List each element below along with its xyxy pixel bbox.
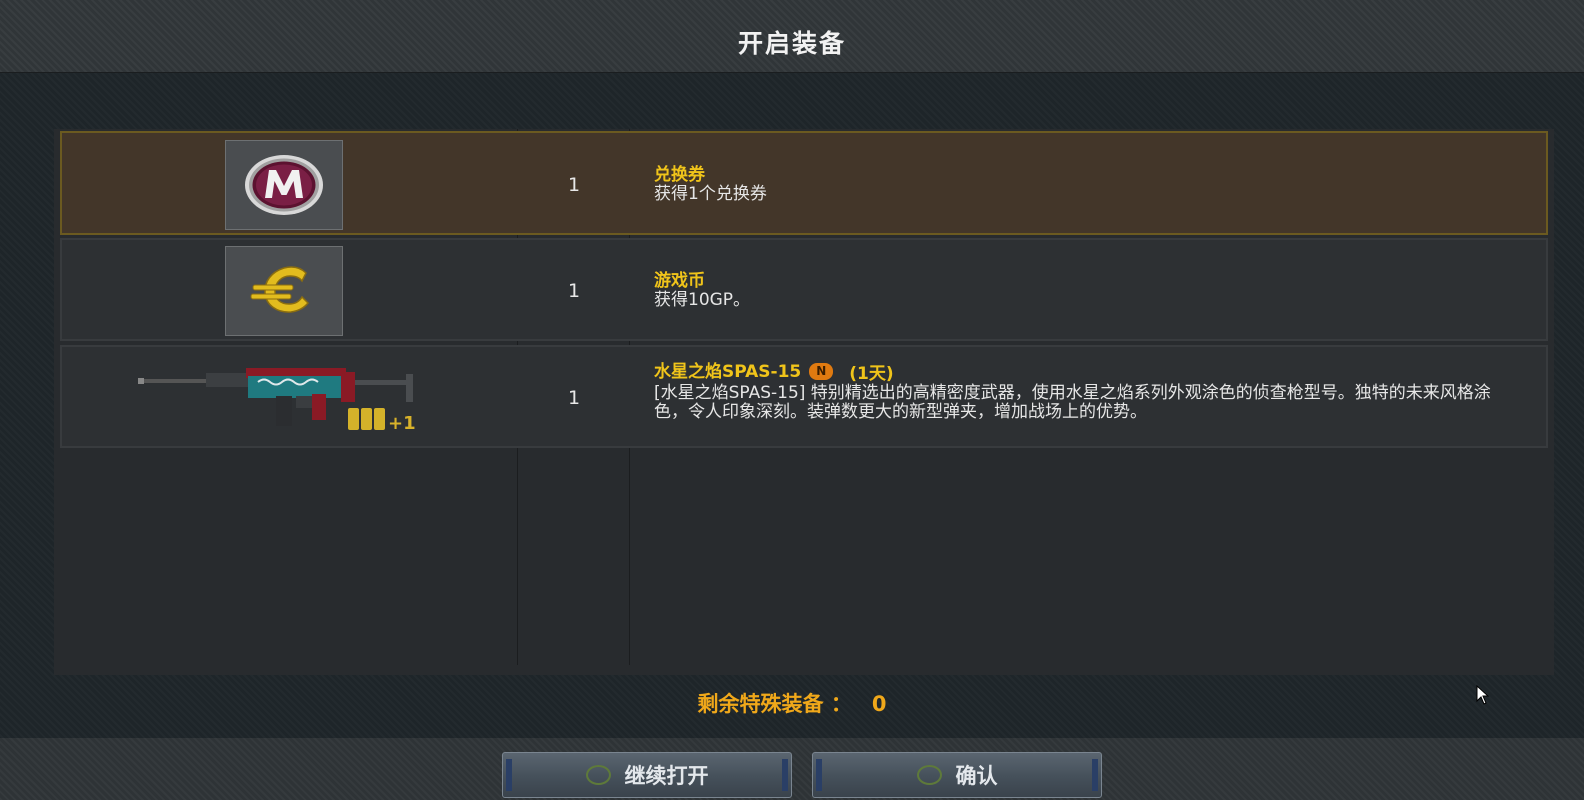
circle-icon [916,765,942,785]
remaining-count: 0 [871,692,887,716]
item-info: 兑换券 获得1个兑换券 [654,165,1514,204]
quantity: 1 [567,387,581,409]
gp-thumbnail [225,246,343,336]
item-description: 获得10GP。 [654,290,751,310]
weapon-thumbnail: +1 [136,356,436,442]
continue-open-label: 继续打开 [624,764,709,788]
reward-row-gp[interactable]: 1 游戏币 获得10GP。 [60,238,1548,341]
item-name: 游戏币 [654,271,705,291]
ammo-bonus-label: +1 [388,413,416,434]
title-bar: 开启装备 [0,0,1584,73]
remaining-label: 剩余特殊装备 ： [697,692,852,716]
item-name: 水星之焰SPAS-15 [654,361,802,382]
reward-list: 1 兑换券 获得1个兑换券 1 游戏币 获得10GP。 +1 1 水星之焰SPA… [54,129,1554,675]
item-info: 水星之焰SPAS-15 N (1天) [水星之焰SPAS-15] 特别精选出的高… [654,359,1514,422]
item-duration: (1天) [849,364,894,384]
mouse-cursor-icon [1476,685,1490,705]
confirm-label: 确认 [955,764,998,788]
remaining-special-equipment: 剩余特殊装备 ： 0 [0,688,1584,718]
item-info: 游戏币 获得10GP。 [654,271,1514,310]
quantity: 1 [567,174,581,196]
quantity: 1 [567,280,581,302]
confirm-button[interactable]: 确认 [812,752,1102,798]
continue-open-button[interactable]: 继续打开 [502,752,792,798]
circle-icon [585,765,611,785]
item-name-line: 水星之焰SPAS-15 N (1天) [654,359,1514,385]
reward-row-coupon[interactable]: 1 兑换券 获得1个兑换券 [60,131,1548,235]
footer-bar [0,738,1584,800]
m-coupon-icon [245,155,323,215]
window-title: 开启装备 [737,29,846,58]
euro-coin-icon [250,266,310,313]
coupon-thumbnail [225,140,343,230]
reward-row-weapon[interactable]: +1 1 水星之焰SPAS-15 N (1天) [水星之焰SPAS-15] 特别… [60,345,1548,448]
new-badge: N [809,363,834,380]
item-description: [水星之焰SPAS-15] 特别精选出的高精密度武器，使用水星之焰系列外观涂色的… [654,383,1491,422]
item-description: 获得1个兑换券 [654,184,767,204]
item-name: 兑换券 [654,165,705,185]
